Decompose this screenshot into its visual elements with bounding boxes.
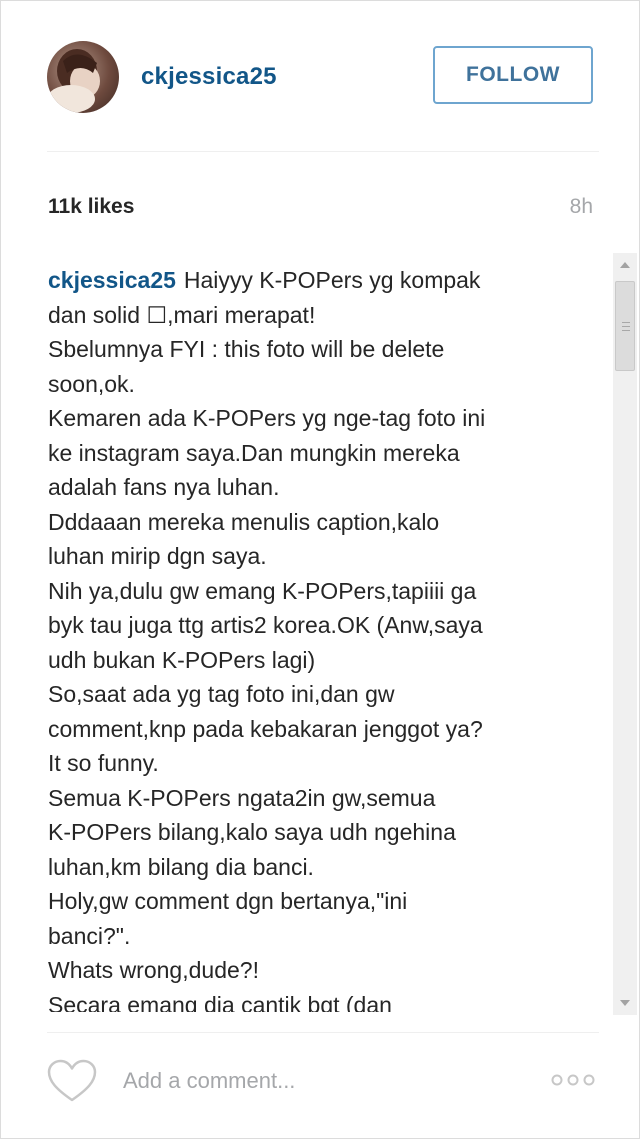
- caption-scrollbar[interactable]: [613, 253, 637, 1015]
- grip-line: [622, 326, 630, 327]
- caption-line: comment,knp pada kebakaran jenggot ya?: [48, 715, 483, 742]
- grip-line: [622, 322, 630, 323]
- post-time[interactable]: 8h: [570, 195, 593, 219]
- caption-line: luhan,km bilang dia banci.: [48, 853, 314, 880]
- caption-line: byk tau juga ttg artis2 korea.OK (Anw,sa…: [48, 612, 483, 638]
- follow-button[interactable]: FOLLOW: [433, 46, 593, 104]
- caption-line: It so funny.: [48, 750, 159, 776]
- avatar-photo: [47, 49, 100, 113]
- caption-text: ckjessica25 Haiyyy K-POPers yg kompak dan…: [48, 257, 603, 1012]
- caption-scroll-area[interactable]: ckjessica25 Haiyyy K-POPers yg kompak dan…: [48, 257, 608, 1012]
- grip-line: [622, 330, 630, 331]
- caption-lines: dan solid ☐,mari merapat! Sbelumnya FYI :…: [48, 298, 603, 1013]
- caption-first-line: ckjessica25 Haiyyy K-POPers yg kompak: [48, 263, 603, 298]
- scroll-up-arrow-icon[interactable]: [613, 253, 637, 277]
- caption-line-0: Haiyyy K-POPers yg kompak: [183, 267, 481, 293]
- post-header: ckjessica25 FOLLOW: [1, 1, 639, 151]
- caption-line: Whats wrong,dude?!: [48, 957, 259, 983]
- scroll-down-arrow-icon[interactable]: [613, 991, 637, 1015]
- heart-icon[interactable]: [46, 1059, 98, 1103]
- likes-count[interactable]: 11k likes: [48, 195, 134, 219]
- caption-line: luhan mirip dgn saya.: [48, 543, 267, 569]
- header-username[interactable]: ckjessica25: [141, 63, 277, 91]
- post-panel: ckjessica25 FOLLOW 11k likes 8h ckjessic…: [0, 0, 640, 1139]
- caption-line: Secara emang dia cantik bgt (dan: [48, 991, 392, 1013]
- divider: [47, 151, 599, 152]
- caption-line: K-POPers bilang,kalo saya udh ngehina: [48, 819, 456, 845]
- caption-line: adalah fans nya luhan.: [48, 474, 280, 500]
- scroll-thumb[interactable]: [615, 281, 635, 371]
- comment-input[interactable]: [123, 1063, 523, 1099]
- avatar[interactable]: [47, 41, 119, 113]
- caption-line: udh bukan K-POPers lagi): [48, 646, 316, 673]
- caption-username[interactable]: ckjessica25: [48, 267, 176, 293]
- caption-line: Holy,gw comment dgn bertanya,"ini: [48, 888, 408, 914]
- caption-line: So,saat ada yg tag foto ini,dan gw: [48, 681, 395, 707]
- caption-line: Semua K-POPers ngata2in gw,semua: [48, 784, 436, 811]
- divider: [47, 1032, 599, 1033]
- caption-line: Sbelumnya FYI : this foto will be delete: [48, 336, 445, 362]
- caption-line: dan solid ☐,mari merapat!: [48, 301, 316, 328]
- caption-line: soon,ok.: [48, 370, 135, 397]
- more-options-icon[interactable]: [549, 1069, 599, 1091]
- caption-line: Kemaren ada K-POPers yg nge-tag foto ini: [48, 405, 486, 431]
- caption-line: banci?".: [48, 922, 131, 949]
- caption-line: ke instagram saya.Dan mungkin mereka: [48, 439, 460, 466]
- caption-line: Dddaaan mereka menulis caption,kalo: [48, 508, 440, 535]
- caption-line: Nih ya,dulu gw emang K-POPers,tapiiii ga: [48, 577, 477, 604]
